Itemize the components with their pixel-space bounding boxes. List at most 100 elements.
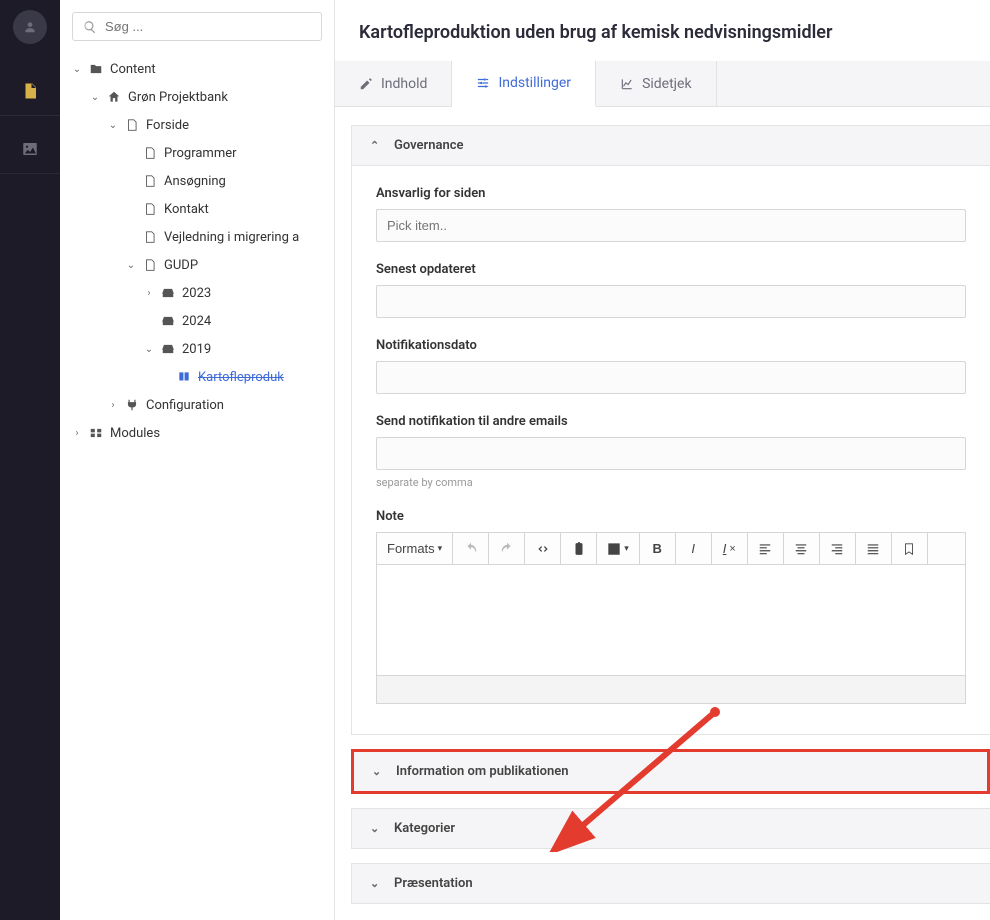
tree-2023[interactable]: ›2023 — [72, 279, 334, 307]
panel-kategorier-header[interactable]: ⌄ Kategorier — [351, 808, 990, 849]
table-icon — [607, 542, 621, 556]
tree-2024[interactable]: 2024 — [72, 307, 334, 335]
search-field[interactable] — [105, 19, 311, 34]
rte-clearformat-button[interactable]: I× — [712, 533, 748, 564]
rte-paste-button[interactable] — [561, 533, 597, 564]
main-panel: Kartofleproduktion uden brug af kemisk n… — [335, 0, 990, 920]
page-icon — [124, 118, 140, 132]
tree-vejledning[interactable]: Vejledning i migrering a — [72, 223, 334, 251]
rte-redo-button[interactable] — [489, 533, 525, 564]
tree-projektbank[interactable]: ⌄Grøn Projektbank — [72, 83, 334, 111]
tabs: Indhold Indstillinger Sidetjek — [335, 61, 990, 107]
senest-input[interactable] — [376, 285, 966, 318]
panel-praesentation-header[interactable]: ⌄ Præsentation — [351, 863, 990, 904]
rail-content-icon[interactable] — [0, 66, 60, 116]
chevron-down-icon: ⌄ — [370, 822, 382, 835]
tree-gudp[interactable]: ⌄GUDP — [72, 251, 334, 279]
rte-table-button[interactable]: ▾ — [597, 533, 640, 564]
code-icon — [536, 542, 550, 556]
tab-indhold[interactable]: Indhold — [335, 61, 452, 106]
chevron-down-icon: ⌄ — [372, 765, 384, 778]
caret-down-icon: ▾ — [624, 543, 629, 554]
paste-icon — [572, 542, 586, 556]
caret-down-icon: ▾ — [438, 543, 443, 554]
sendnotif-input[interactable] — [376, 437, 966, 470]
tree-2019[interactable]: ⌄2019 — [72, 335, 334, 363]
rte-formats-button[interactable]: Formats▾ — [377, 533, 453, 564]
chevron-right-icon: › — [108, 400, 118, 411]
page-icon — [142, 202, 158, 216]
modules-icon — [88, 426, 104, 440]
note-editor: Formats▾ ▾ B I I× — [376, 532, 966, 704]
page-icon — [142, 174, 158, 188]
avatar[interactable] — [13, 10, 47, 44]
chevron-down-icon: ⌄ — [72, 64, 82, 75]
panel-governance-body: Ansvarlig for siden Senest opdateret Not… — [351, 166, 990, 735]
sendnotif-hint: separate by comma — [376, 476, 966, 489]
chevron-up-icon: ⌃ — [370, 139, 382, 152]
panel-info-pub-header[interactable]: ⌄ Information om publikationen — [351, 749, 990, 794]
redo-icon — [500, 542, 514, 556]
rte-undo-button[interactable] — [453, 533, 489, 564]
page-icon — [142, 146, 158, 160]
notifdato-input[interactable] — [376, 361, 966, 394]
tree-kartofle[interactable]: Kartofleproduk — [72, 363, 334, 391]
chevron-down-icon: ⌄ — [126, 260, 136, 271]
align-left-icon — [758, 542, 772, 556]
rte-alignright-button[interactable] — [820, 533, 856, 564]
tree-configuration[interactable]: ›Configuration — [72, 391, 334, 419]
align-right-icon — [830, 542, 844, 556]
tab-indstillinger[interactable]: Indstillinger — [452, 61, 596, 107]
rte-alignleft-button[interactable] — [748, 533, 784, 564]
rail-media-icon[interactable] — [0, 124, 60, 174]
align-center-icon — [794, 542, 808, 556]
rte-footer — [377, 675, 965, 703]
rte-justify-button[interactable] — [856, 533, 892, 564]
chevron-down-icon: ⌄ — [370, 877, 382, 890]
senest-label: Senest opdateret — [376, 262, 966, 277]
sidebar: ⌄Content ⌄Grøn Projektbank ⌄Forside Prog… — [60, 0, 335, 920]
note-label: Note — [376, 509, 966, 524]
rte-toolbar: Formats▾ ▾ B I I× — [377, 533, 965, 565]
rte-body[interactable] — [377, 565, 965, 675]
search-input[interactable] — [72, 12, 322, 41]
page-icon — [142, 230, 158, 244]
sendnotif-label: Send notifikation til andre emails — [376, 414, 966, 429]
rte-code-button[interactable] — [525, 533, 561, 564]
chevron-down-icon: ⌄ — [144, 344, 154, 355]
book-icon — [176, 370, 192, 384]
chevron-right-icon: › — [144, 288, 154, 299]
content-tree: ⌄Content ⌄Grøn Projektbank ⌄Forside Prog… — [60, 51, 334, 447]
drive-icon — [160, 314, 176, 328]
tree-forside[interactable]: ⌄Forside — [72, 111, 334, 139]
tree-content[interactable]: ⌄Content — [72, 55, 334, 83]
align-justify-icon — [866, 542, 880, 556]
folder-icon — [88, 62, 104, 76]
undo-icon — [464, 542, 478, 556]
tree-programmer[interactable]: Programmer — [72, 139, 334, 167]
ansvarlig-label: Ansvarlig for siden — [376, 186, 966, 201]
panel-governance-header[interactable]: ⌃ Governance — [351, 125, 990, 166]
rte-italic-button[interactable]: I — [676, 533, 712, 564]
rte-bookmark-button[interactable] — [892, 533, 928, 564]
drive-icon — [160, 286, 176, 300]
italic-icon: I — [691, 541, 695, 556]
tab-sidetjek[interactable]: Sidetjek — [596, 61, 717, 106]
ansvarlig-input[interactable] — [376, 209, 966, 242]
page-icon — [142, 258, 158, 272]
tree-kontakt[interactable]: Kontakt — [72, 195, 334, 223]
rte-bold-button[interactable]: B — [640, 533, 676, 564]
home-icon — [106, 90, 122, 104]
search-icon — [83, 20, 97, 34]
clear-format-icon: I — [723, 541, 727, 556]
notifdato-label: Notifikationsdato — [376, 338, 966, 353]
edit-icon — [359, 77, 373, 91]
form-area: ⌃ Governance Ansvarlig for siden Senest … — [335, 107, 990, 920]
chevron-down-icon: ⌄ — [90, 92, 100, 103]
rte-aligncenter-button[interactable] — [784, 533, 820, 564]
bookmark-icon — [902, 542, 916, 556]
chevron-down-icon: ⌄ — [108, 120, 118, 131]
tree-ansogning[interactable]: Ansøgning — [72, 167, 334, 195]
plug-icon — [124, 398, 140, 412]
tree-modules[interactable]: ›Modules — [72, 419, 334, 447]
